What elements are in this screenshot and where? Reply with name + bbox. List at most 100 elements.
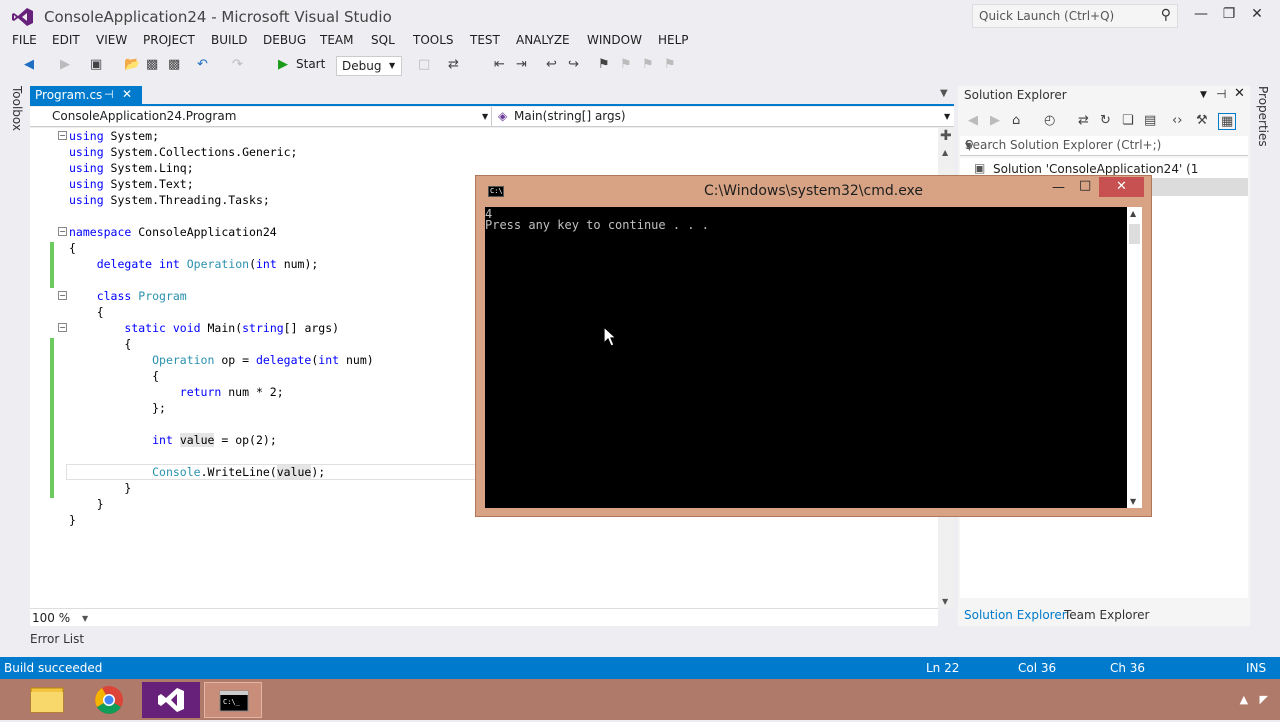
view-code-icon[interactable]: ‹› [1172,113,1182,128]
menu-file[interactable]: FILE [12,33,37,47]
sync-icon[interactable]: ⇄ [1078,113,1089,128]
minimize-button[interactable]: — [1052,180,1065,195]
scroll-up-icon[interactable]: ▲ [1130,209,1136,218]
bookmark-icon[interactable]: ⚑ [598,57,610,72]
open-file-icon[interactable]: 📂 [124,57,140,72]
taskbar-cmd[interactable]: C:\_ [204,682,262,718]
align-right-icon[interactable]: ⇥ [516,57,527,72]
collapse-all-icon[interactable]: ❏ [1122,113,1134,128]
menu-tools[interactable]: TOOLS [413,33,454,47]
split-icon[interactable]: ✚ [940,128,952,144]
chevron-down-icon[interactable]: ▼ [82,614,88,623]
system-tray[interactable]: ▲ ◤ [1240,693,1268,706]
tray-expand-icon[interactable]: ▲ [1240,693,1248,706]
error-list-tab[interactable]: Error List [30,632,84,646]
code-line: using System.Linq; [69,161,194,175]
menu-help[interactable]: HELP [658,33,689,47]
attach-icon[interactable]: ⇄ [448,57,459,72]
close-icon[interactable]: ✕ [122,87,132,101]
collapse-icon[interactable]: − [58,227,67,236]
preview-icon[interactable]: ▦ [1218,113,1237,130]
menu-analyze[interactable]: ANALYZE [516,33,570,47]
forward-icon[interactable]: ▶ [990,113,1000,128]
close-icon[interactable]: ✕ [1234,86,1245,101]
tab-overflow-icon[interactable]: ▼ [940,88,948,99]
back-icon[interactable]: ◀ [968,113,978,128]
collapse-icon[interactable]: − [58,131,67,140]
scroll-thumb[interactable] [1129,224,1140,244]
start-icon[interactable]: ▶ [278,57,288,72]
previous-bookmark-icon[interactable]: ⚑ [620,57,632,72]
scroll-up-icon[interactable]: ▲ [942,148,948,157]
redo-icon[interactable]: ↷ [232,57,243,72]
quick-launch-input[interactable]: Quick Launch (Ctrl+Q) ⚲ [972,4,1178,28]
save-icon[interactable]: ▩ [146,57,158,72]
home-icon[interactable]: ⌂ [1012,113,1020,128]
collapse-icon[interactable]: − [58,323,67,332]
clear-bookmarks-icon[interactable]: ⚑ [664,57,676,72]
menu-window[interactable]: WINDOW [587,33,642,47]
collapse-icon[interactable]: − [58,291,67,300]
menu-project[interactable]: PROJECT [143,33,195,47]
explorer-tab-strip: Solution Explorer Team Explorer [960,606,1248,626]
solution-explorer-title: Solution Explorer [964,88,1067,102]
find-in-files-icon[interactable]: □ [418,57,430,72]
toolbox-tab[interactable]: Toolbox [10,86,24,131]
pending-changes-icon[interactable]: ◴ [1044,113,1055,128]
pin-icon[interactable]: ⊣ [104,88,114,101]
maximize-button[interactable]: □ [1079,178,1091,193]
minimize-button[interactable]: — [1190,6,1212,24]
show-all-files-icon[interactable]: ▤ [1144,113,1156,128]
class-dropdown[interactable]: ConsoleApplication24.Program ▼ [30,107,492,127]
next-bookmark-icon[interactable]: ⚑ [642,57,654,72]
menu-bar: FILE EDIT VIEW PROJECT BUILD DEBUG TEAM … [0,32,1280,52]
new-project-icon[interactable]: ▣ [90,57,102,72]
comment-icon[interactable]: ↩ [546,57,557,72]
scroll-down-icon[interactable]: ▼ [942,597,948,606]
menu-test[interactable]: TEST [470,33,500,47]
tab-solution-explorer[interactable]: Solution Explorer [964,608,1067,622]
search-icon[interactable]: ⚲ [1161,7,1171,23]
status-char: Ch 36 [1110,661,1146,675]
menu-view[interactable]: VIEW [96,33,127,47]
tab-program-cs[interactable]: Program.cs ⊣ ✕ [30,86,142,106]
uncomment-icon[interactable]: ↪ [568,57,579,72]
menu-build[interactable]: BUILD [211,33,247,47]
solution-explorer-search[interactable]: Search Solution Explorer (Ctrl+;) ⚲ ▼ [960,136,1248,156]
cmd-title-bar[interactable]: C:\ C:\Windows\system32\cmd.exe — □ ✕ [476,176,1151,206]
align-left-icon[interactable]: ⇤ [494,57,505,72]
code-line: static void Main(string[] args) [124,321,340,335]
navigate-back-icon[interactable]: ◀ [24,57,34,72]
zoom-level[interactable]: 100 % [32,611,70,625]
pin-icon[interactable]: ⊣ [1216,87,1226,101]
close-button[interactable]: ✕ [1099,177,1144,197]
menu-edit[interactable]: EDIT [52,33,80,47]
taskbar-explorer[interactable] [18,682,76,718]
close-window-button[interactable]: ✕ [1246,6,1268,24]
properties-icon[interactable]: ⚒ [1196,113,1208,128]
navigate-forward-icon[interactable]: ▶ [60,57,70,72]
taskbar-visual-studio[interactable] [142,682,200,718]
menu-debug[interactable]: DEBUG [263,33,306,47]
menu-sql[interactable]: SQL [371,33,395,47]
network-icon[interactable]: ◤ [1260,693,1268,706]
chevron-down-icon[interactable]: ▼ [965,141,1244,150]
chevron-down-icon[interactable]: ▼ [1200,90,1207,100]
menu-team[interactable]: TEAM [320,33,353,47]
taskbar-chrome[interactable] [80,682,138,718]
chevron-down-icon: ▼ [389,61,396,70]
restore-button[interactable]: ❐ [1218,6,1240,24]
tab-team-explorer[interactable]: Team Explorer [1064,608,1150,622]
member-dropdown[interactable]: ◈ Main(string[] args) ▼ [494,107,954,127]
solution-configuration-dropdown[interactable]: Debug ▼ [336,56,402,76]
properties-tab[interactable]: Properties [1256,86,1270,147]
console-output-area[interactable]: 4 Press any key to continue . . . [485,207,1127,508]
cmd-window[interactable]: C:\ C:\Windows\system32\cmd.exe — □ ✕ 4 … [475,175,1152,517]
scroll-down-icon[interactable]: ▼ [1130,497,1136,506]
refresh-icon[interactable]: ↻ [1100,113,1111,128]
start-button[interactable]: Start [296,57,325,71]
svg-text:C:\_: C:\_ [223,698,241,706]
undo-icon[interactable]: ↶ [197,57,208,72]
console-scrollbar[interactable]: ▲ ▼ [1127,207,1142,508]
save-all-icon[interactable]: ▩ [168,57,180,72]
